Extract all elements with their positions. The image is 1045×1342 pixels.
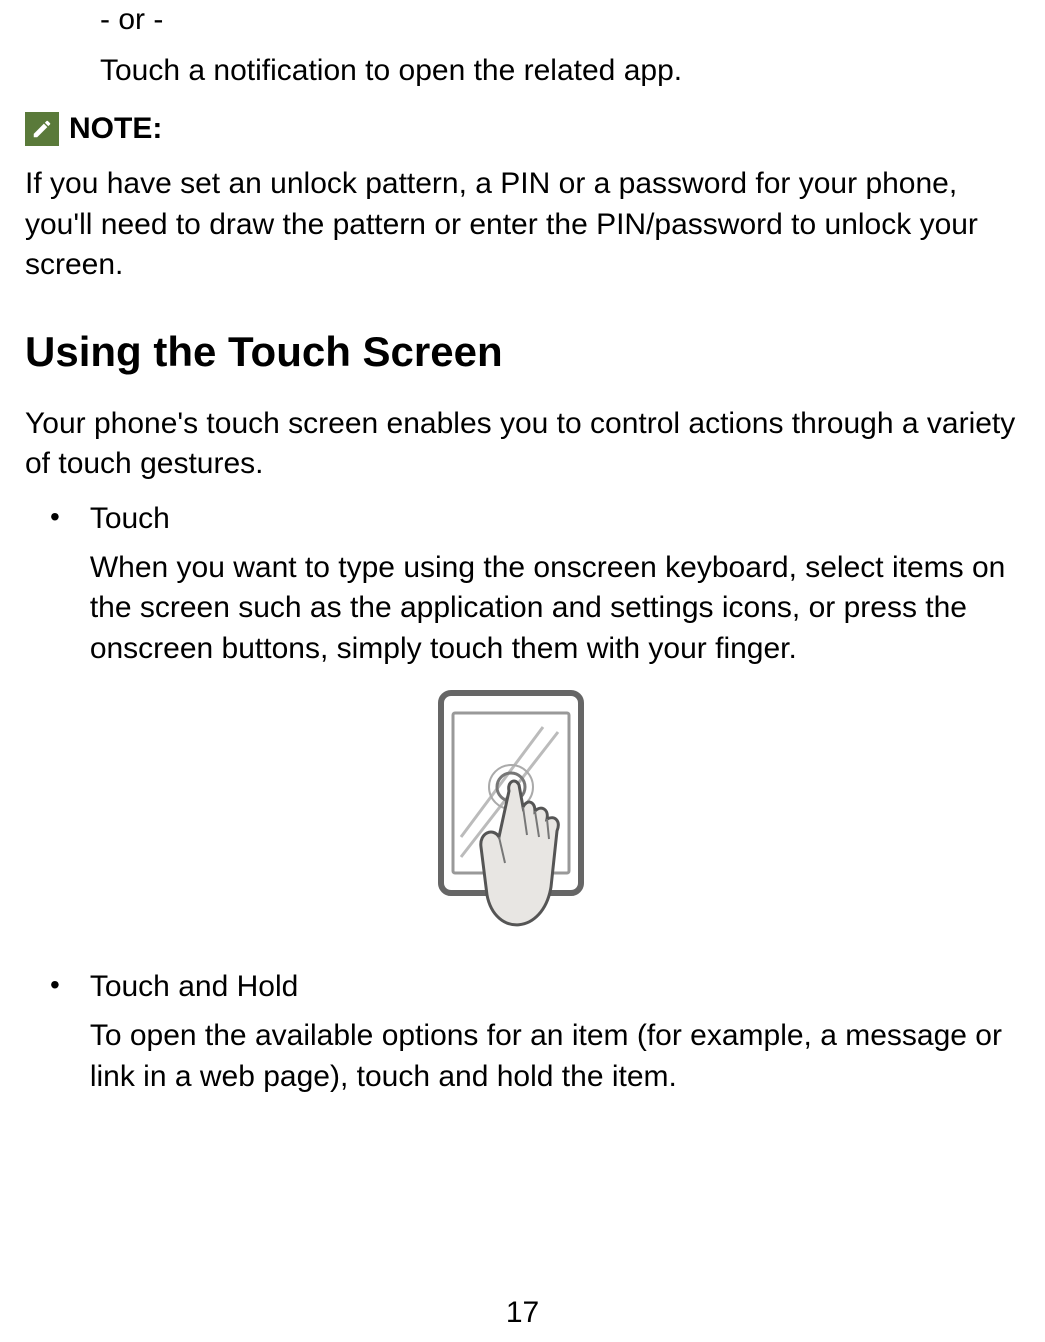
- touch-illustration: [25, 687, 1020, 947]
- bullet-marker: •: [50, 499, 60, 670]
- note-label: NOTE:: [69, 112, 162, 146]
- bullet-description: To open the available options for an ite…: [90, 1016, 1020, 1097]
- page-number: 17: [0, 1296, 1045, 1330]
- bullet-description: When you want to type using the onscreen…: [90, 548, 1020, 670]
- bullet-touch: • Touch When you want to type using the …: [25, 499, 1020, 670]
- bullet-content: Touch When you want to type using the on…: [90, 499, 1020, 670]
- finger-icon: [480, 781, 557, 925]
- bullet-touch-hold: • Touch and Hold To open the available o…: [25, 967, 1020, 1097]
- section-intro: Your phone's touch screen enables you to…: [25, 404, 1020, 485]
- section-heading: Using the Touch Screen: [25, 328, 1020, 376]
- hand-touch-icon: [423, 687, 623, 947]
- notification-instruction: Touch a notification to open the related…: [100, 51, 1020, 90]
- or-divider: - or -: [100, 0, 1020, 39]
- bullet-title: Touch and Hold: [90, 967, 1020, 1006]
- note-header: NOTE:: [25, 112, 1020, 146]
- note-body: If you have set an unlock pattern, a PIN…: [25, 164, 1020, 286]
- bullet-title: Touch: [90, 499, 1020, 538]
- pencil-icon: [25, 112, 59, 146]
- pencil-icon-svg: [31, 118, 53, 140]
- bullet-marker: •: [50, 967, 60, 1097]
- bullet-content: Touch and Hold To open the available opt…: [90, 967, 1020, 1097]
